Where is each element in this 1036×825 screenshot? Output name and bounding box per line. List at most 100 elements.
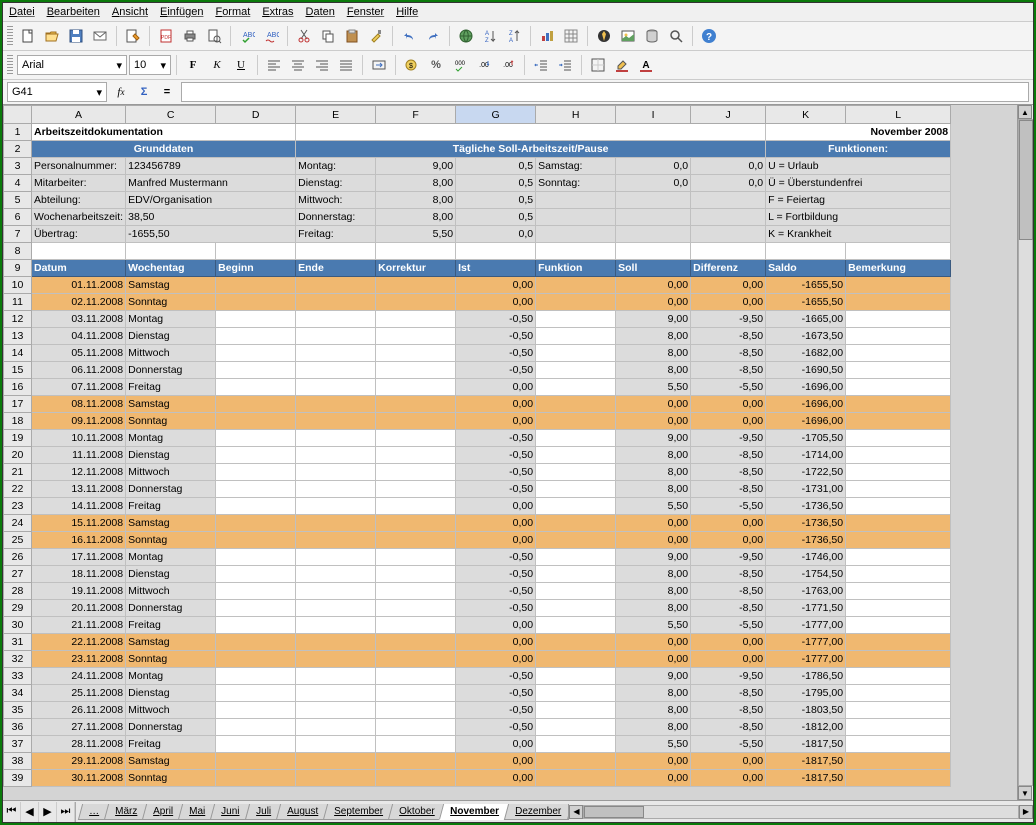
cell-ende[interactable] (296, 311, 376, 328)
paste-icon[interactable] (341, 25, 363, 47)
row-header[interactable]: 25 (4, 532, 32, 549)
edit-doc-icon[interactable] (122, 25, 144, 47)
cell-korrektur[interactable] (376, 498, 456, 515)
cell-differenz[interactable]: 0,00 (691, 532, 766, 549)
cell-ende[interactable] (296, 719, 376, 736)
cell-korrektur[interactable] (376, 719, 456, 736)
cell-soll[interactable]: 8,00 (616, 447, 691, 464)
cell-soll[interactable]: 8,00 (616, 481, 691, 498)
row-header[interactable]: 34 (4, 685, 32, 702)
cell-funktion[interactable] (536, 498, 616, 515)
increase-indent-icon[interactable] (554, 54, 576, 76)
cell-wochentag[interactable]: Mittwoch (126, 464, 216, 481)
cell-datum[interactable]: 11.11.2008 (32, 447, 126, 464)
cell-wochentag[interactable]: Montag (126, 668, 216, 685)
tab-first-icon[interactable]: ⏮ (3, 802, 21, 822)
cell-differenz[interactable]: -5,50 (691, 498, 766, 515)
cell-datum[interactable]: 27.11.2008 (32, 719, 126, 736)
new-doc-icon[interactable] (17, 25, 39, 47)
cell-ende[interactable] (296, 668, 376, 685)
row-header[interactable]: 10 (4, 277, 32, 294)
cell-soll[interactable]: 0,00 (616, 753, 691, 770)
cell-bemerkung[interactable] (846, 736, 951, 753)
datasources-icon[interactable] (641, 25, 663, 47)
table-col-header[interactable]: Ende (296, 260, 376, 277)
cell-beginn[interactable] (216, 634, 296, 651)
equals-icon[interactable]: = (157, 83, 177, 101)
cell-saldo[interactable]: -1795,00 (766, 685, 846, 702)
cell-funktion[interactable] (536, 515, 616, 532)
band-grunddaten[interactable]: Grunddaten (32, 141, 296, 158)
italic-button[interactable]: K (206, 54, 228, 76)
cell-beginn[interactable] (216, 328, 296, 345)
table-col-header[interactable]: Beginn (216, 260, 296, 277)
month-label[interactable]: November 2008 (766, 124, 951, 141)
cell-ende[interactable] (296, 328, 376, 345)
cell-korrektur[interactable] (376, 736, 456, 753)
col-header-G[interactable]: G (456, 106, 536, 124)
cell-soll[interactable]: 0,00 (616, 634, 691, 651)
soll-day2[interactable]: Sonntag: (536, 175, 616, 192)
cell-differenz[interactable]: -5,50 (691, 736, 766, 753)
cell-datum[interactable]: 09.11.2008 (32, 413, 126, 430)
cell-soll[interactable]: 9,00 (616, 430, 691, 447)
menu-datei[interactable]: Datei (9, 6, 35, 18)
row-header[interactable]: 28 (4, 583, 32, 600)
cell-ist[interactable]: 0,00 (456, 651, 536, 668)
cell-bemerkung[interactable] (846, 753, 951, 770)
cell-differenz[interactable]: -5,50 (691, 379, 766, 396)
name-box[interactable]: G41▾ (7, 82, 107, 102)
cell-soll[interactable]: 0,00 (616, 413, 691, 430)
cell-differenz[interactable]: -8,50 (691, 583, 766, 600)
cell-beginn[interactable] (216, 719, 296, 736)
row-header[interactable]: 1 (4, 124, 32, 141)
navigator-icon[interactable] (593, 25, 615, 47)
cell-ist[interactable]: 0,00 (456, 413, 536, 430)
row-header[interactable]: 7 (4, 226, 32, 243)
row-header[interactable]: 21 (4, 464, 32, 481)
cell-ist[interactable]: 0,00 (456, 277, 536, 294)
cell-funktion[interactable] (536, 328, 616, 345)
show-grid-icon[interactable] (560, 25, 582, 47)
cell-beginn[interactable] (216, 515, 296, 532)
col-header-K[interactable]: K (766, 106, 846, 124)
cell-funktion[interactable] (536, 668, 616, 685)
cell-wochentag[interactable]: Samstag (126, 277, 216, 294)
auto-spellcheck-icon[interactable]: ABC (260, 25, 282, 47)
cell-wochentag[interactable]: Dienstag (126, 685, 216, 702)
cell-ist[interactable]: -0,50 (456, 464, 536, 481)
cell-bemerkung[interactable] (846, 549, 951, 566)
cell-soll[interactable]: 0,00 (616, 532, 691, 549)
col-header-L[interactable]: L (846, 106, 951, 124)
cell-differenz[interactable]: -8,50 (691, 362, 766, 379)
cell-funktion[interactable] (536, 549, 616, 566)
cell-differenz[interactable]: 0,00 (691, 277, 766, 294)
cell-ist[interactable]: -0,50 (456, 685, 536, 702)
redo-icon[interactable] (422, 25, 444, 47)
cell-funktion[interactable] (536, 481, 616, 498)
cell-beginn[interactable] (216, 753, 296, 770)
print-icon[interactable] (179, 25, 201, 47)
cell-saldo[interactable]: -1777,00 (766, 617, 846, 634)
cell-beginn[interactable] (216, 447, 296, 464)
cell-saldo[interactable]: -1673,50 (766, 328, 846, 345)
cell[interactable] (126, 243, 216, 260)
row-header[interactable]: 4 (4, 175, 32, 192)
cell-datum[interactable]: 13.11.2008 (32, 481, 126, 498)
cell-soll[interactable]: 9,00 (616, 549, 691, 566)
soll-pause[interactable]: 0,5 (456, 192, 536, 209)
number-format-icon[interactable]: 000 (449, 54, 471, 76)
scroll-up-icon[interactable]: ▲ (1018, 105, 1032, 119)
col-header-A[interactable]: A (32, 106, 126, 124)
cell-datum[interactable]: 28.11.2008 (32, 736, 126, 753)
cell-wochentag[interactable]: Freitag (126, 617, 216, 634)
row-header[interactable]: 26 (4, 549, 32, 566)
cell-soll[interactable]: 8,00 (616, 566, 691, 583)
cell-bemerkung[interactable] (846, 430, 951, 447)
cell-beginn[interactable] (216, 583, 296, 600)
cell-funktion[interactable] (536, 447, 616, 464)
scroll-down-icon[interactable]: ▼ (1018, 786, 1032, 800)
cell[interactable] (216, 243, 296, 260)
cell-datum[interactable]: 23.11.2008 (32, 651, 126, 668)
sheet-tab-august[interactable]: August (276, 804, 329, 820)
